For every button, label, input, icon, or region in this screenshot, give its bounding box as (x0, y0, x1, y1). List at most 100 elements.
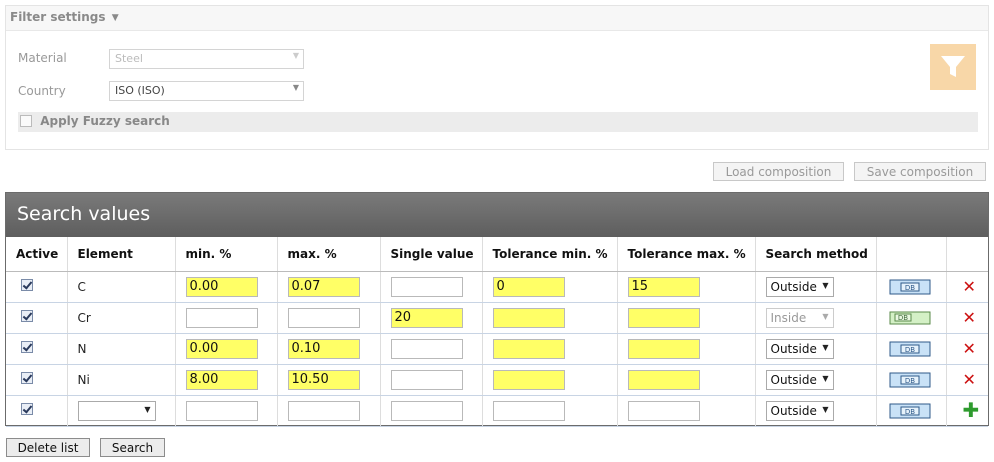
search-method-select[interactable]: Outside ▼ (765, 276, 834, 297)
svg-text:DB: DB (904, 346, 914, 354)
chevron-down-icon: ▼ (822, 280, 829, 290)
search-method-value: Inside (770, 310, 807, 325)
chevron-down-icon: ▼ (822, 373, 829, 383)
max-percent-input[interactable]: 10.50 (287, 369, 360, 390)
table-header-row: Active Element min. % max. % Single valu… (6, 237, 988, 272)
country-value: ISO (ISO) (115, 84, 165, 97)
search-button[interactable]: Search (100, 438, 165, 457)
single-value-input[interactable] (390, 369, 463, 390)
fuzzy-search-checkbox[interactable] (20, 115, 32, 127)
chevron-down-icon: ▼ (822, 342, 829, 352)
single-value-input[interactable] (390, 400, 463, 421)
max-percent-input[interactable]: 0.07 (287, 276, 360, 297)
table-row: Ni 8.00 10.50 Outside ▼ DB ✕ (6, 364, 988, 396)
active-checkbox[interactable] (21, 403, 33, 415)
tolerance-max-input[interactable] (627, 307, 700, 328)
min-percent-input[interactable]: 8.00 (185, 369, 258, 390)
tolerance-min-input[interactable] (492, 338, 565, 359)
search-method-value: Outside (770, 372, 817, 387)
tolerance-min-input[interactable] (492, 369, 565, 390)
apply-filter-button[interactable] (930, 44, 976, 90)
tolerance-min-input[interactable] (492, 307, 565, 328)
database-icon[interactable]: DB (889, 341, 931, 357)
column-header: Tolerance min. % (482, 237, 618, 272)
country-label: Country (18, 84, 66, 98)
tolerance-min-input[interactable]: 0 (492, 276, 565, 297)
min-percent-input[interactable] (185, 400, 258, 421)
element-select[interactable]: ▼ (77, 400, 156, 421)
filter-settings-panel: Filter settings ▼ Material Steel ▼ Count… (5, 5, 989, 150)
tolerance-max-input[interactable] (627, 400, 700, 421)
max-percent-input[interactable]: 0.10 (287, 338, 360, 359)
search-method-value: Outside (770, 403, 817, 418)
search-values-table: Active Element min. % max. % Single valu… (6, 237, 988, 427)
country-select[interactable]: ISO (ISO) ▼ (109, 81, 304, 101)
delete-row-icon[interactable]: ✕ (963, 277, 976, 296)
column-header (876, 237, 947, 272)
single-value-input[interactable] (390, 338, 463, 359)
search-method-select[interactable]: Outside ▼ (765, 338, 834, 359)
active-checkbox[interactable] (21, 279, 33, 291)
search-method-value: Outside (770, 341, 817, 356)
chevron-down-icon: ▼ (822, 311, 829, 321)
fuzzy-search-label: Apply Fuzzy search (40, 114, 170, 128)
material-select[interactable]: Steel ▼ (109, 49, 304, 69)
material-value: Steel (115, 52, 143, 65)
search-method-select[interactable]: Inside ▼ (765, 307, 834, 328)
search-values-title: Search values (6, 193, 988, 237)
table-row: C 0.00 0.07 0 15 Outside ▼ DB ✕ (6, 271, 988, 303)
single-value-input[interactable] (390, 276, 463, 297)
delete-row-icon[interactable]: ✕ (963, 339, 976, 358)
database-icon[interactable]: DB (889, 279, 931, 295)
table-row: N 0.00 0.10 Outside ▼ DB ✕ (6, 333, 988, 365)
column-header: Single value (380, 237, 483, 272)
element-cell: C (67, 271, 176, 303)
add-row-icon[interactable]: ✚ (963, 398, 980, 422)
fuzzy-search-row: Apply Fuzzy search (18, 112, 978, 132)
tolerance-max-input[interactable] (627, 338, 700, 359)
column-header: Element (67, 237, 176, 272)
active-checkbox[interactable] (21, 372, 33, 384)
min-percent-input[interactable]: 0.00 (185, 338, 258, 359)
database-icon[interactable]: DB (889, 372, 931, 388)
material-label: Material (18, 51, 67, 65)
search-method-select[interactable]: Outside ▼ (765, 400, 834, 421)
tolerance-max-input[interactable]: 15 (627, 276, 700, 297)
save-composition-button[interactable]: Save composition (854, 162, 986, 181)
active-checkbox[interactable] (21, 310, 33, 322)
column-header: Search method (755, 237, 877, 272)
column-header: Tolerance max. % (617, 237, 756, 272)
column-header (946, 237, 988, 272)
load-composition-button[interactable]: Load composition (713, 162, 844, 181)
delete-list-button[interactable]: Delete list (6, 438, 90, 457)
svg-text:DB: DB (904, 284, 914, 292)
chevron-down-icon: ▼ (144, 404, 151, 414)
search-method-select[interactable]: Outside ▼ (765, 369, 834, 390)
svg-text:DB: DB (904, 377, 914, 385)
element-cell: N (67, 333, 176, 365)
tolerance-min-input[interactable] (492, 400, 565, 421)
max-percent-input[interactable] (287, 307, 360, 328)
delete-row-icon[interactable]: ✕ (963, 370, 976, 389)
chevron-down-icon: ▼ (111, 13, 119, 23)
min-percent-input[interactable]: 0.00 (185, 276, 258, 297)
single-value-input[interactable]: 20 (390, 307, 463, 328)
chevron-down-icon: ▼ (292, 51, 299, 60)
min-percent-input[interactable] (185, 307, 258, 328)
max-percent-input[interactable] (287, 400, 360, 421)
delete-row-icon[interactable]: ✕ (963, 308, 976, 327)
funnel-icon (941, 56, 965, 77)
active-checkbox[interactable] (21, 341, 33, 353)
database-icon[interactable]: DB (889, 403, 931, 419)
tolerance-max-input[interactable] (627, 369, 700, 390)
svg-text:DB: DB (897, 314, 907, 322)
column-header: max. % (277, 237, 381, 272)
database-icon[interactable]: DB (889, 310, 931, 326)
filter-settings-toggle[interactable]: Filter settings ▼ (6, 6, 988, 31)
element-cell: Ni (67, 364, 176, 396)
search-values-panel: Search values Active Element min. % max.… (5, 192, 989, 427)
chevron-down-icon: ▼ (822, 404, 829, 414)
element-cell: Cr (67, 302, 176, 334)
search-method-value: Outside (770, 279, 817, 294)
svg-text:DB: DB (904, 408, 914, 416)
